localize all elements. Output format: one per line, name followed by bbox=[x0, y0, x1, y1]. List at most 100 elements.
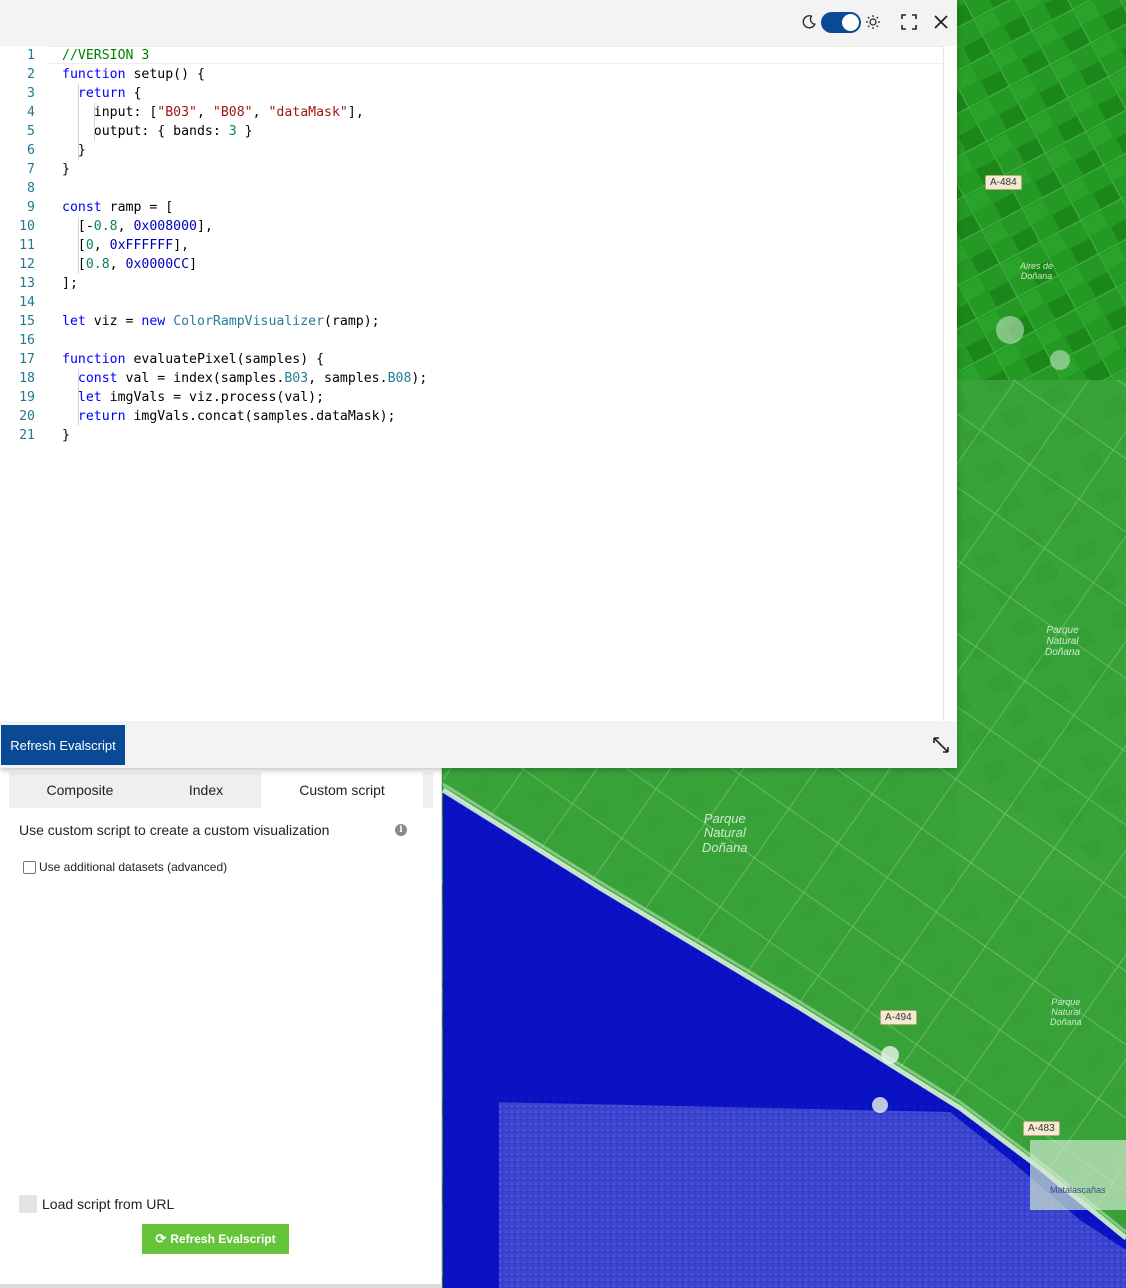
theme-toggle[interactable] bbox=[821, 12, 861, 33]
code-token: ]; bbox=[62, 276, 78, 291]
code-text: return { bbox=[62, 84, 142, 103]
code-token: function bbox=[62, 352, 126, 367]
code-token: evaluatePixel(samples) { bbox=[125, 352, 325, 367]
refresh-icon: ⟳ bbox=[155, 1231, 167, 1246]
expand-icon[interactable] bbox=[931, 735, 951, 755]
editor-toolbar bbox=[0, 0, 957, 46]
code-text: [0.8, 0x0000CC] bbox=[62, 255, 197, 274]
code-editor[interactable]: 1//VERSION 3 2 function setup() {3 return … bbox=[0, 46, 943, 721]
code-token: "dataMask" bbox=[268, 105, 348, 120]
refresh-evalscript-button[interactable]: ⟳ Refresh Evalscript bbox=[142, 1224, 289, 1254]
code-text: return imgVals.concat(samples.dataMask); bbox=[62, 407, 396, 426]
editor-scrollbar[interactable] bbox=[943, 46, 957, 721]
map-label-aires: Aires de Doñana bbox=[1020, 261, 1054, 281]
code-token: imgVals.concat(samples.dataMask); bbox=[125, 409, 396, 424]
line-number: 18 bbox=[19, 371, 35, 386]
tab-index[interactable]: Index bbox=[151, 772, 261, 808]
line-number: 11 bbox=[19, 238, 35, 253]
road-shield-a494: A-494 bbox=[880, 1010, 917, 1025]
code-editor-window: 1//VERSION 3 2 function setup() {3 return … bbox=[0, 0, 957, 768]
code-token: 0.8 bbox=[93, 219, 118, 234]
code-token: ColorRampVisualizer bbox=[173, 314, 325, 329]
panel-scrollbar[interactable] bbox=[0, 1284, 442, 1288]
code-token: ], bbox=[197, 219, 213, 234]
additional-datasets-checkbox[interactable] bbox=[23, 860, 36, 874]
map-label-parque-right-top: Parque Natural Doñana bbox=[1045, 625, 1081, 658]
code-token: } bbox=[62, 428, 70, 443]
code-text: const ramp = [ bbox=[62, 198, 173, 217]
code-line: 5 output: { bands: 3 } bbox=[0, 122, 943, 141]
code-text: function setup() { bbox=[62, 65, 205, 84]
indent-guide bbox=[78, 236, 79, 255]
road-shield-a484: A-484 bbox=[985, 175, 1022, 190]
code-token: 3 bbox=[228, 124, 237, 139]
code-token: B03 bbox=[284, 371, 309, 386]
code-token: 0 bbox=[85, 238, 94, 253]
tab-composite[interactable]: Composite bbox=[9, 772, 151, 808]
code-line: 15 let viz = new ColorRampVisualizer(ramp… bbox=[0, 312, 943, 331]
code-token: return bbox=[77, 409, 126, 424]
code-token: output: { bands: bbox=[62, 124, 229, 139]
indent-guide bbox=[78, 122, 79, 141]
code-token: "B03" bbox=[157, 105, 197, 120]
custom-script-description: Use custom script to create a custom vis… bbox=[19, 822, 330, 838]
additional-datasets-label: Use additional datasets (advanced) bbox=[39, 860, 228, 874]
code-token: B08 bbox=[387, 371, 412, 386]
code-line: 14 bbox=[0, 293, 943, 312]
code-token: ], bbox=[173, 238, 190, 253]
code-token: ], bbox=[347, 105, 364, 120]
fullscreen-icon[interactable] bbox=[900, 13, 918, 31]
code-token: , bbox=[252, 105, 269, 120]
code-token: new bbox=[141, 314, 166, 329]
code-token: [ bbox=[62, 257, 86, 272]
load-url-label: Load script from URL bbox=[42, 1196, 175, 1212]
load-url-checkbox[interactable] bbox=[19, 1195, 37, 1213]
code-text: } bbox=[62, 160, 70, 179]
code-line: 18 const val = index(samples.B03, sample… bbox=[0, 369, 943, 388]
code-text: [-0.8, 0x008000], bbox=[62, 217, 213, 236]
code-line: 7} bbox=[0, 160, 943, 179]
code-line: 19 let imgVals = viz.process(val); bbox=[0, 388, 943, 407]
line-number: 5 bbox=[27, 124, 35, 139]
line-number: 8 bbox=[27, 181, 35, 196]
code-line: 17 function evaluatePixel(samples) { bbox=[0, 350, 943, 369]
code-text: const val = index(samples.B03, samples.B… bbox=[62, 369, 427, 388]
code-token: , bbox=[109, 257, 126, 272]
indent-guide bbox=[94, 122, 95, 141]
code-text: [0, 0xFFFFFF], bbox=[62, 236, 189, 255]
code-token: let bbox=[77, 390, 102, 405]
code-line: 6 } bbox=[0, 141, 943, 160]
code-text: //VERSION 3 bbox=[62, 46, 149, 65]
editor-refresh-evalscript-button[interactable]: Refresh Evalscript bbox=[1, 725, 125, 765]
editor-footer: Refresh Evalscript bbox=[0, 721, 957, 768]
code-token: input: [ bbox=[62, 105, 158, 120]
line-number: 13 bbox=[19, 276, 35, 291]
line-number: 6 bbox=[27, 143, 35, 158]
code-token: , samples. bbox=[308, 371, 388, 386]
line-number: 9 bbox=[27, 200, 35, 215]
additional-datasets-option[interactable]: Use additional datasets (advanced) bbox=[23, 860, 227, 874]
tab-custom-script[interactable]: Custom script bbox=[261, 772, 423, 808]
code-token: , bbox=[93, 238, 110, 253]
indent-guide bbox=[78, 255, 79, 274]
line-number: 17 bbox=[19, 352, 35, 367]
close-icon[interactable] bbox=[932, 13, 950, 31]
code-token: return bbox=[77, 86, 126, 101]
code-token: const bbox=[62, 200, 102, 215]
code-token: ] bbox=[189, 257, 198, 272]
code-token: } bbox=[62, 143, 86, 158]
sun-icon bbox=[866, 15, 880, 29]
indent-guide bbox=[78, 407, 79, 426]
code-line: 12 [0.8, 0x0000CC] bbox=[0, 255, 943, 274]
code-text: ]; bbox=[62, 274, 78, 293]
info-icon[interactable]: i bbox=[395, 824, 407, 836]
code-line: 3 return { bbox=[0, 84, 943, 103]
load-script-url-option[interactable]: Load script from URL bbox=[19, 1195, 174, 1213]
line-number: 3 bbox=[27, 86, 35, 101]
road-shield-a483: A-483 bbox=[1023, 1121, 1060, 1136]
visualization-panel: Composite Index Custom script Use custom… bbox=[0, 768, 442, 1288]
code-token: ramp = [ bbox=[101, 200, 174, 215]
